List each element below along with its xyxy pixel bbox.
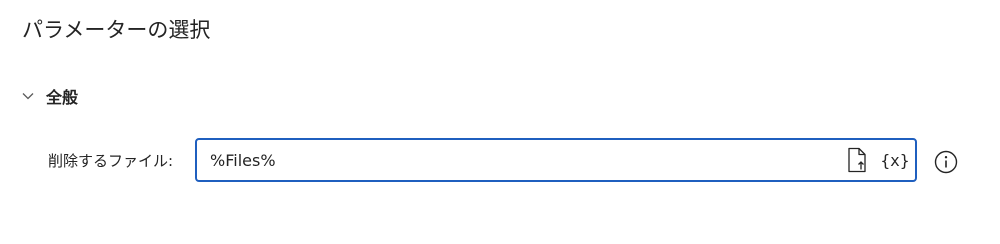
file-select-icon[interactable] [843, 145, 871, 175]
insert-variable-button[interactable]: {x} [877, 145, 913, 175]
chevron-down-icon[interactable] [20, 88, 36, 104]
section-title: 全般 [46, 88, 79, 107]
files-to-delete-input[interactable] [210, 147, 810, 173]
files-to-delete-field[interactable]: {x} [195, 138, 917, 182]
page-title: パラメーターの選択 [22, 18, 211, 42]
info-icon[interactable] [934, 150, 958, 174]
files-to-delete-label: 削除するファイル: [48, 152, 174, 170]
section-header-general[interactable]: 全般 [20, 82, 78, 110]
